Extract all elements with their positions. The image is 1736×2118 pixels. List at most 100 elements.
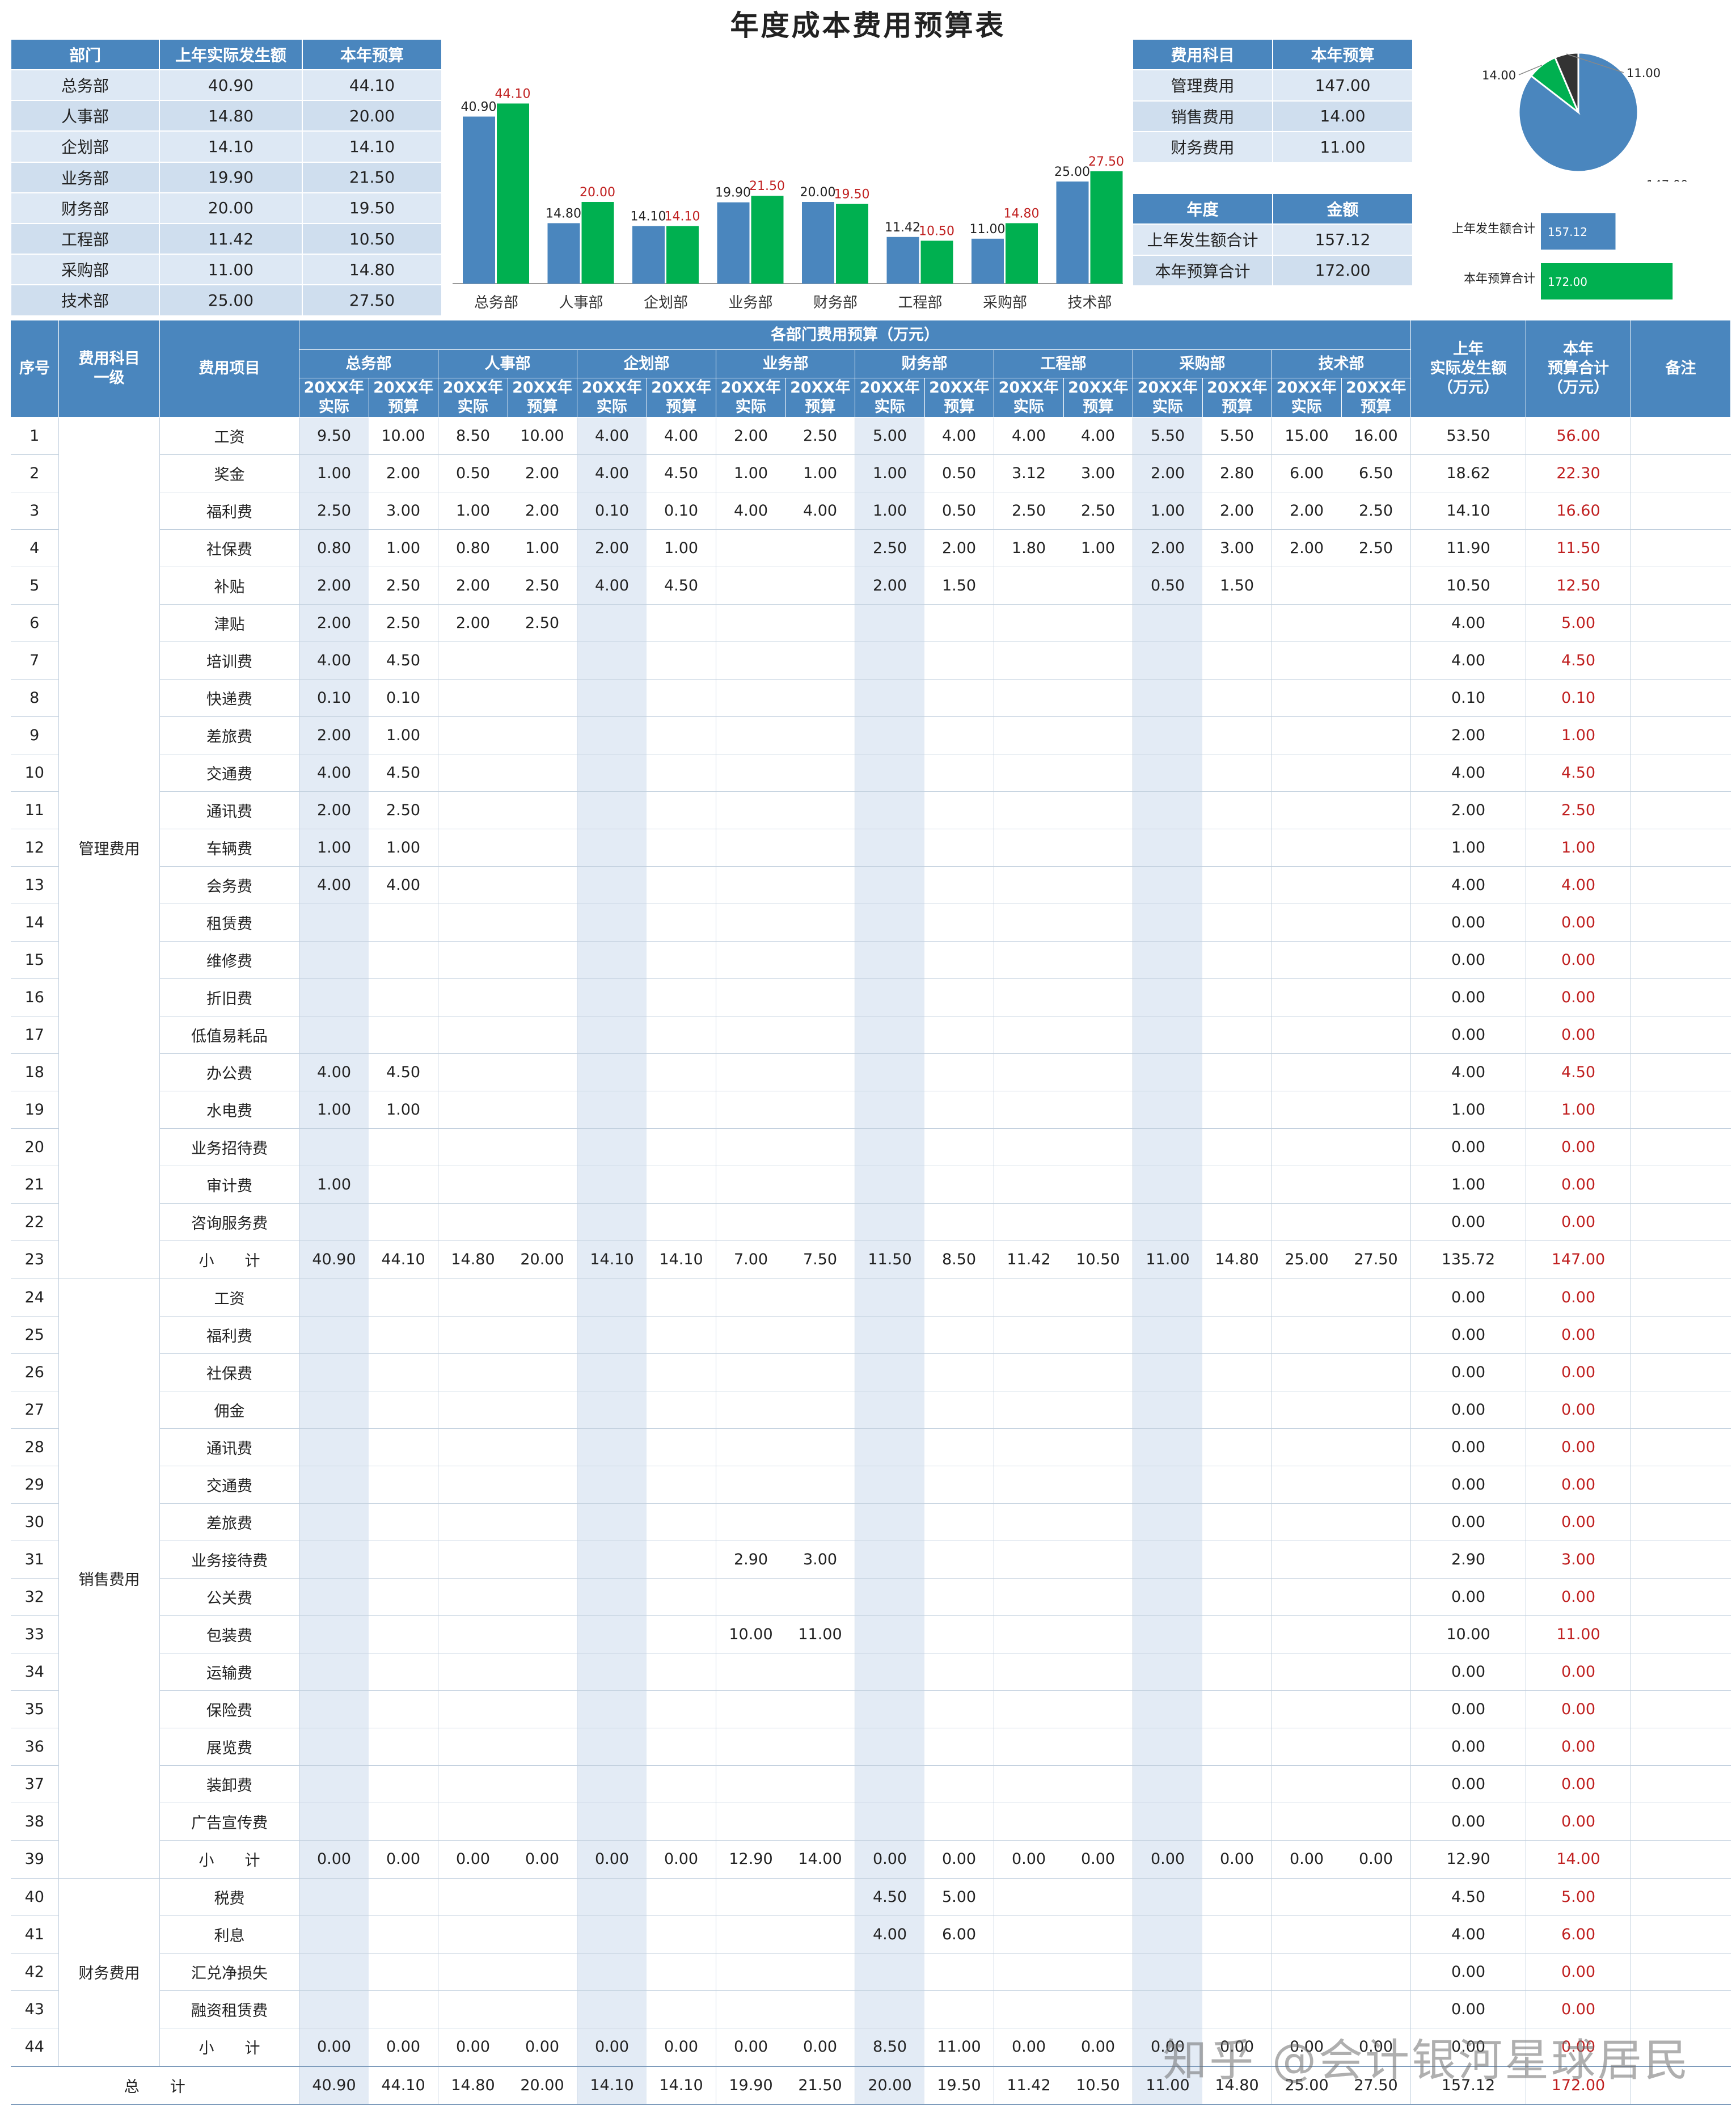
value-cell: 5.00 — [855, 416, 924, 455]
value-cell — [785, 866, 855, 904]
remark-cell — [1631, 1915, 1731, 1954]
value-cell — [1133, 1165, 1202, 1204]
value-cell — [647, 1577, 716, 1616]
value-cell — [924, 1015, 994, 1054]
item-cell: 奖金 — [159, 454, 299, 492]
value-cell — [647, 1278, 716, 1317]
value-cell: 4.50 — [855, 1877, 924, 1916]
value-cell — [369, 1128, 438, 1166]
value-cell — [1341, 1652, 1411, 1691]
value-cell — [438, 1053, 508, 1091]
value-cell: 2.50 — [508, 604, 577, 642]
value-cell — [994, 1015, 1063, 1054]
cur-total-cell: 0.00 — [1526, 1652, 1631, 1691]
value-cell — [1202, 1203, 1272, 1241]
seq-cell: 24 — [10, 1278, 59, 1317]
value-cell — [924, 1465, 994, 1504]
value-cell — [855, 1615, 924, 1653]
value-cell — [577, 1615, 647, 1653]
remark-cell — [1631, 416, 1731, 455]
value-cell — [1272, 1615, 1341, 1653]
value-cell: 2.90 — [716, 1540, 785, 1579]
value-cell: 9.50 — [299, 416, 369, 455]
value-cell: 4.00 — [855, 1915, 924, 1954]
value-cell — [785, 828, 855, 867]
value-cell — [1063, 1390, 1133, 1429]
value-cell — [1063, 753, 1133, 792]
cur-total-cell: 0.00 — [1526, 1690, 1631, 1728]
value-cell — [369, 1540, 438, 1579]
value-cell — [369, 1690, 438, 1728]
table-row: 39 小 计 0.00 0.00 0.00 0.00 0.00 0.00 12.90 14.00 0… — [10, 1839, 1731, 1879]
category-cell: 管理费用 — [58, 416, 160, 1279]
table-row: 31 业务接待费 2.90 3.00 2.90 3.00 — [10, 1540, 1731, 1579]
bar-category-label: 上年发生额合计 — [1452, 222, 1535, 235]
value-cell — [1272, 716, 1341, 754]
cur-total-cell: 5.00 — [1526, 604, 1631, 642]
value-cell — [438, 1615, 508, 1653]
value-cell: 5.00 — [924, 1877, 994, 1916]
prev-total-cell: 0.00 — [1410, 1690, 1526, 1728]
table-cell: 27.50 — [302, 284, 442, 317]
value-cell: 0.10 — [647, 491, 716, 530]
value-cell: 1.00 — [299, 1090, 369, 1129]
item-cell: 补贴 — [159, 566, 299, 605]
value-cell: 2.50 — [369, 604, 438, 642]
value-cell — [369, 1615, 438, 1653]
value-cell — [438, 866, 508, 904]
value-cell — [1272, 1428, 1341, 1466]
value-cell: 44.10 — [369, 1240, 438, 1279]
value-cell — [855, 1503, 924, 1541]
remark-cell — [1631, 641, 1731, 680]
value-cell: 4.00 — [577, 416, 647, 455]
value-cell: 5.50 — [1202, 416, 1272, 455]
table-cell: 10.50 — [302, 222, 442, 255]
value-cell — [299, 1390, 369, 1429]
value-cell: 0.00 — [924, 1839, 994, 1879]
value-cell — [577, 1015, 647, 1054]
value-cell — [1272, 1015, 1341, 1054]
table-row: 43 融资租赁费 0.00 0.00 — [10, 1990, 1731, 2028]
value-cell: 4.00 — [299, 641, 369, 680]
value-cell — [855, 1990, 924, 2028]
budget-header: 20XX年 预算 — [1202, 378, 1272, 417]
value-cell — [508, 903, 577, 942]
table-row: 2 奖金 1.00 2.00 0.50 2.00 4.00 4.50 1.00 1.00 1.00 0… — [10, 454, 1731, 492]
table-cell: 上年发生额合计 — [1132, 223, 1273, 256]
value-cell — [508, 716, 577, 754]
value-cell — [508, 1128, 577, 1166]
remark-cell — [1631, 1353, 1731, 1391]
dept-header: 总务部 — [299, 349, 438, 378]
column-header: 部门 — [10, 39, 160, 70]
value-cell — [369, 940, 438, 979]
budget-header: 20XX年 预算 — [1063, 378, 1133, 417]
value-cell — [994, 1727, 1063, 1766]
table-row: 17 低值易耗品 0.00 0.00 — [10, 1015, 1731, 1054]
value-cell — [716, 716, 785, 754]
value-cell — [994, 1390, 1063, 1429]
table-cell: 采购部 — [10, 254, 160, 286]
value-cell — [1133, 1465, 1202, 1504]
value-cell — [1063, 1690, 1133, 1728]
cur-total-cell: 0.00 — [1526, 1128, 1631, 1166]
value-cell — [716, 866, 785, 904]
value-cell — [994, 903, 1063, 942]
value-cell — [1341, 566, 1411, 605]
prev-total-cell: 0.00 — [1410, 1353, 1526, 1391]
value-cell — [785, 1390, 855, 1429]
remark-cell — [1631, 828, 1731, 867]
value-cell: 1.00 — [647, 529, 716, 567]
value-cell — [785, 1990, 855, 2028]
column-header: 本年预算 — [302, 39, 442, 70]
bar — [751, 196, 784, 284]
value-cell — [924, 828, 994, 867]
column-header: 上年实际发生额 — [159, 39, 303, 70]
value-cell — [369, 1952, 438, 1991]
cur-total-cell: 5.00 — [1526, 1877, 1631, 1916]
prev-total-cell: 0.00 — [1410, 1428, 1526, 1466]
value-cell — [369, 978, 438, 1016]
value-cell: 0.10 — [369, 678, 438, 717]
table-cell: 企划部 — [10, 130, 160, 163]
value-cell — [438, 1315, 508, 1354]
cur-total-cell: 1.00 — [1526, 1090, 1631, 1129]
